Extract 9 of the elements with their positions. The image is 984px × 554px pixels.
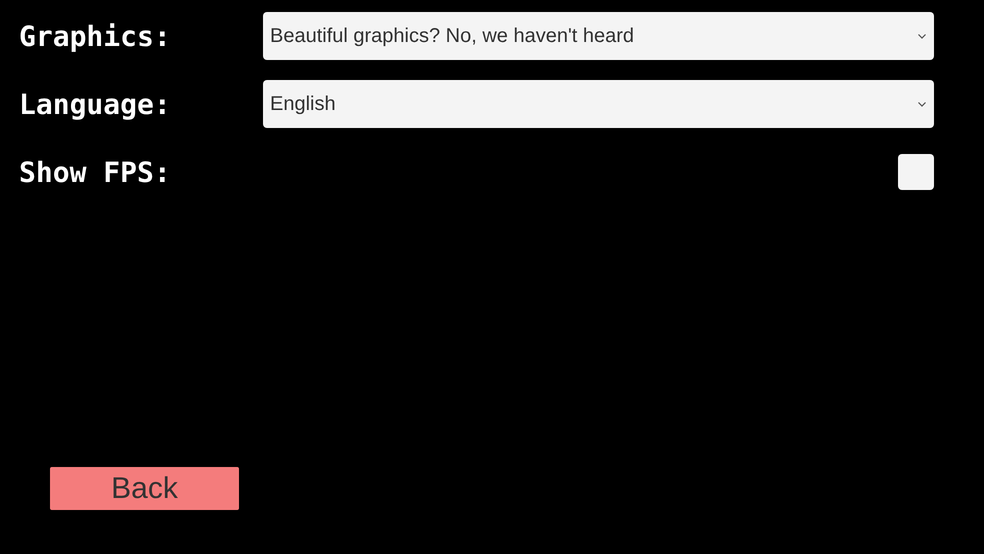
chevron-down-icon [918,34,926,38]
setting-label: Language: [19,88,172,120]
setting-label: Show FPS: [19,156,172,188]
checkbox[interactable] [898,154,934,190]
setting-label: Graphics: [19,20,172,52]
dropdown[interactable]: English [263,80,934,128]
dropdown[interactable]: Beautiful graphics? No, we haven't heard [263,12,934,60]
back-button[interactable]: Back [50,467,239,510]
chevron-down-icon [918,102,926,106]
